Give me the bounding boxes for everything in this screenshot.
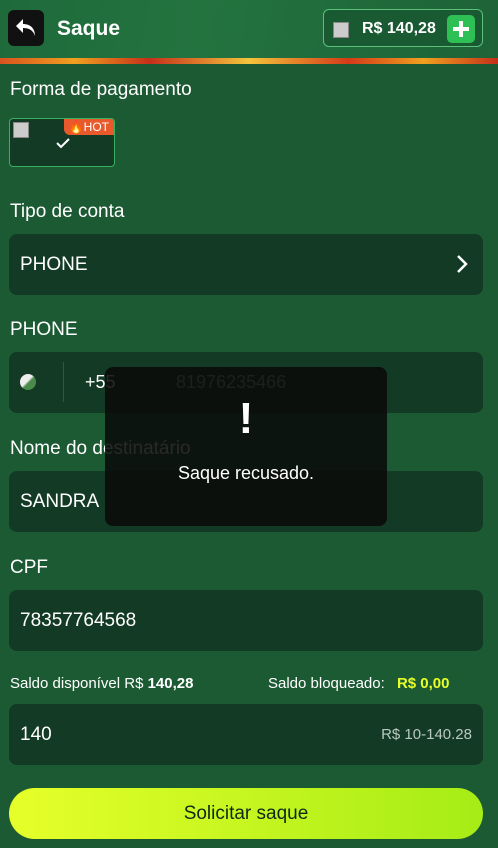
flame-icon: 🔥 (68, 120, 84, 134)
available-balance: Saldo disponível R$ 140,28 (10, 675, 193, 692)
deposit-plus-button[interactable] (447, 15, 475, 43)
phone-label: PHONE (10, 319, 78, 340)
cpf-label: CPF (10, 557, 48, 578)
blocked-balance-value: R$ 0,00 (396, 675, 450, 692)
back-arrow-icon (16, 19, 35, 36)
account-type-select[interactable]: PHONE (9, 234, 483, 295)
payment-method-label: Forma de pagamento (10, 79, 192, 100)
exclamation-icon: ! (238, 394, 254, 443)
blocked-balance: Saldo bloqueado: R$ 0,00 (268, 675, 450, 692)
available-balance-value: 140,28 (147, 675, 194, 692)
error-toast: ! Saque recusado. (105, 367, 387, 526)
hot-badge-text: HOT (83, 120, 109, 134)
checkmark-icon (56, 138, 70, 149)
currency-image-icon (333, 22, 349, 38)
amount-value: 140 (20, 724, 52, 745)
cpf-field[interactable]: 78357764568 (9, 590, 483, 651)
payment-image-icon (13, 122, 29, 138)
hot-badge: 🔥HOT (63, 119, 114, 135)
amount-field[interactable]: 140 R$ 10-140.28 (9, 704, 483, 765)
cpf-value: 78357764568 (20, 610, 137, 631)
available-balance-label: Saldo disponível R$ (10, 675, 144, 692)
back-button[interactable] (8, 10, 44, 46)
page-title: Saque (57, 17, 121, 40)
banner-image (0, 58, 498, 64)
balance-amount: R$ 140,28 (362, 20, 436, 37)
recipient-value: SANDRA (20, 491, 100, 512)
phone-separator (63, 362, 64, 402)
payment-method-card[interactable]: 🔥HOT (9, 118, 115, 167)
account-type-label: Tipo de conta (10, 201, 125, 222)
country-flag-icon[interactable] (20, 374, 36, 390)
submit-withdraw-button[interactable]: Solicitar saque (9, 788, 483, 839)
header: Saque R$ 140,28 (0, 0, 498, 64)
toast-message: Saque recusado. (177, 463, 315, 483)
plus-icon (453, 21, 469, 37)
amount-range-hint: R$ 10-140.28 (381, 726, 472, 743)
chevron-right-icon (457, 255, 468, 273)
balance-display: R$ 140,28 (323, 9, 483, 47)
account-type-value: PHONE (20, 254, 88, 275)
blocked-balance-label: Saldo bloqueado: (268, 675, 385, 692)
